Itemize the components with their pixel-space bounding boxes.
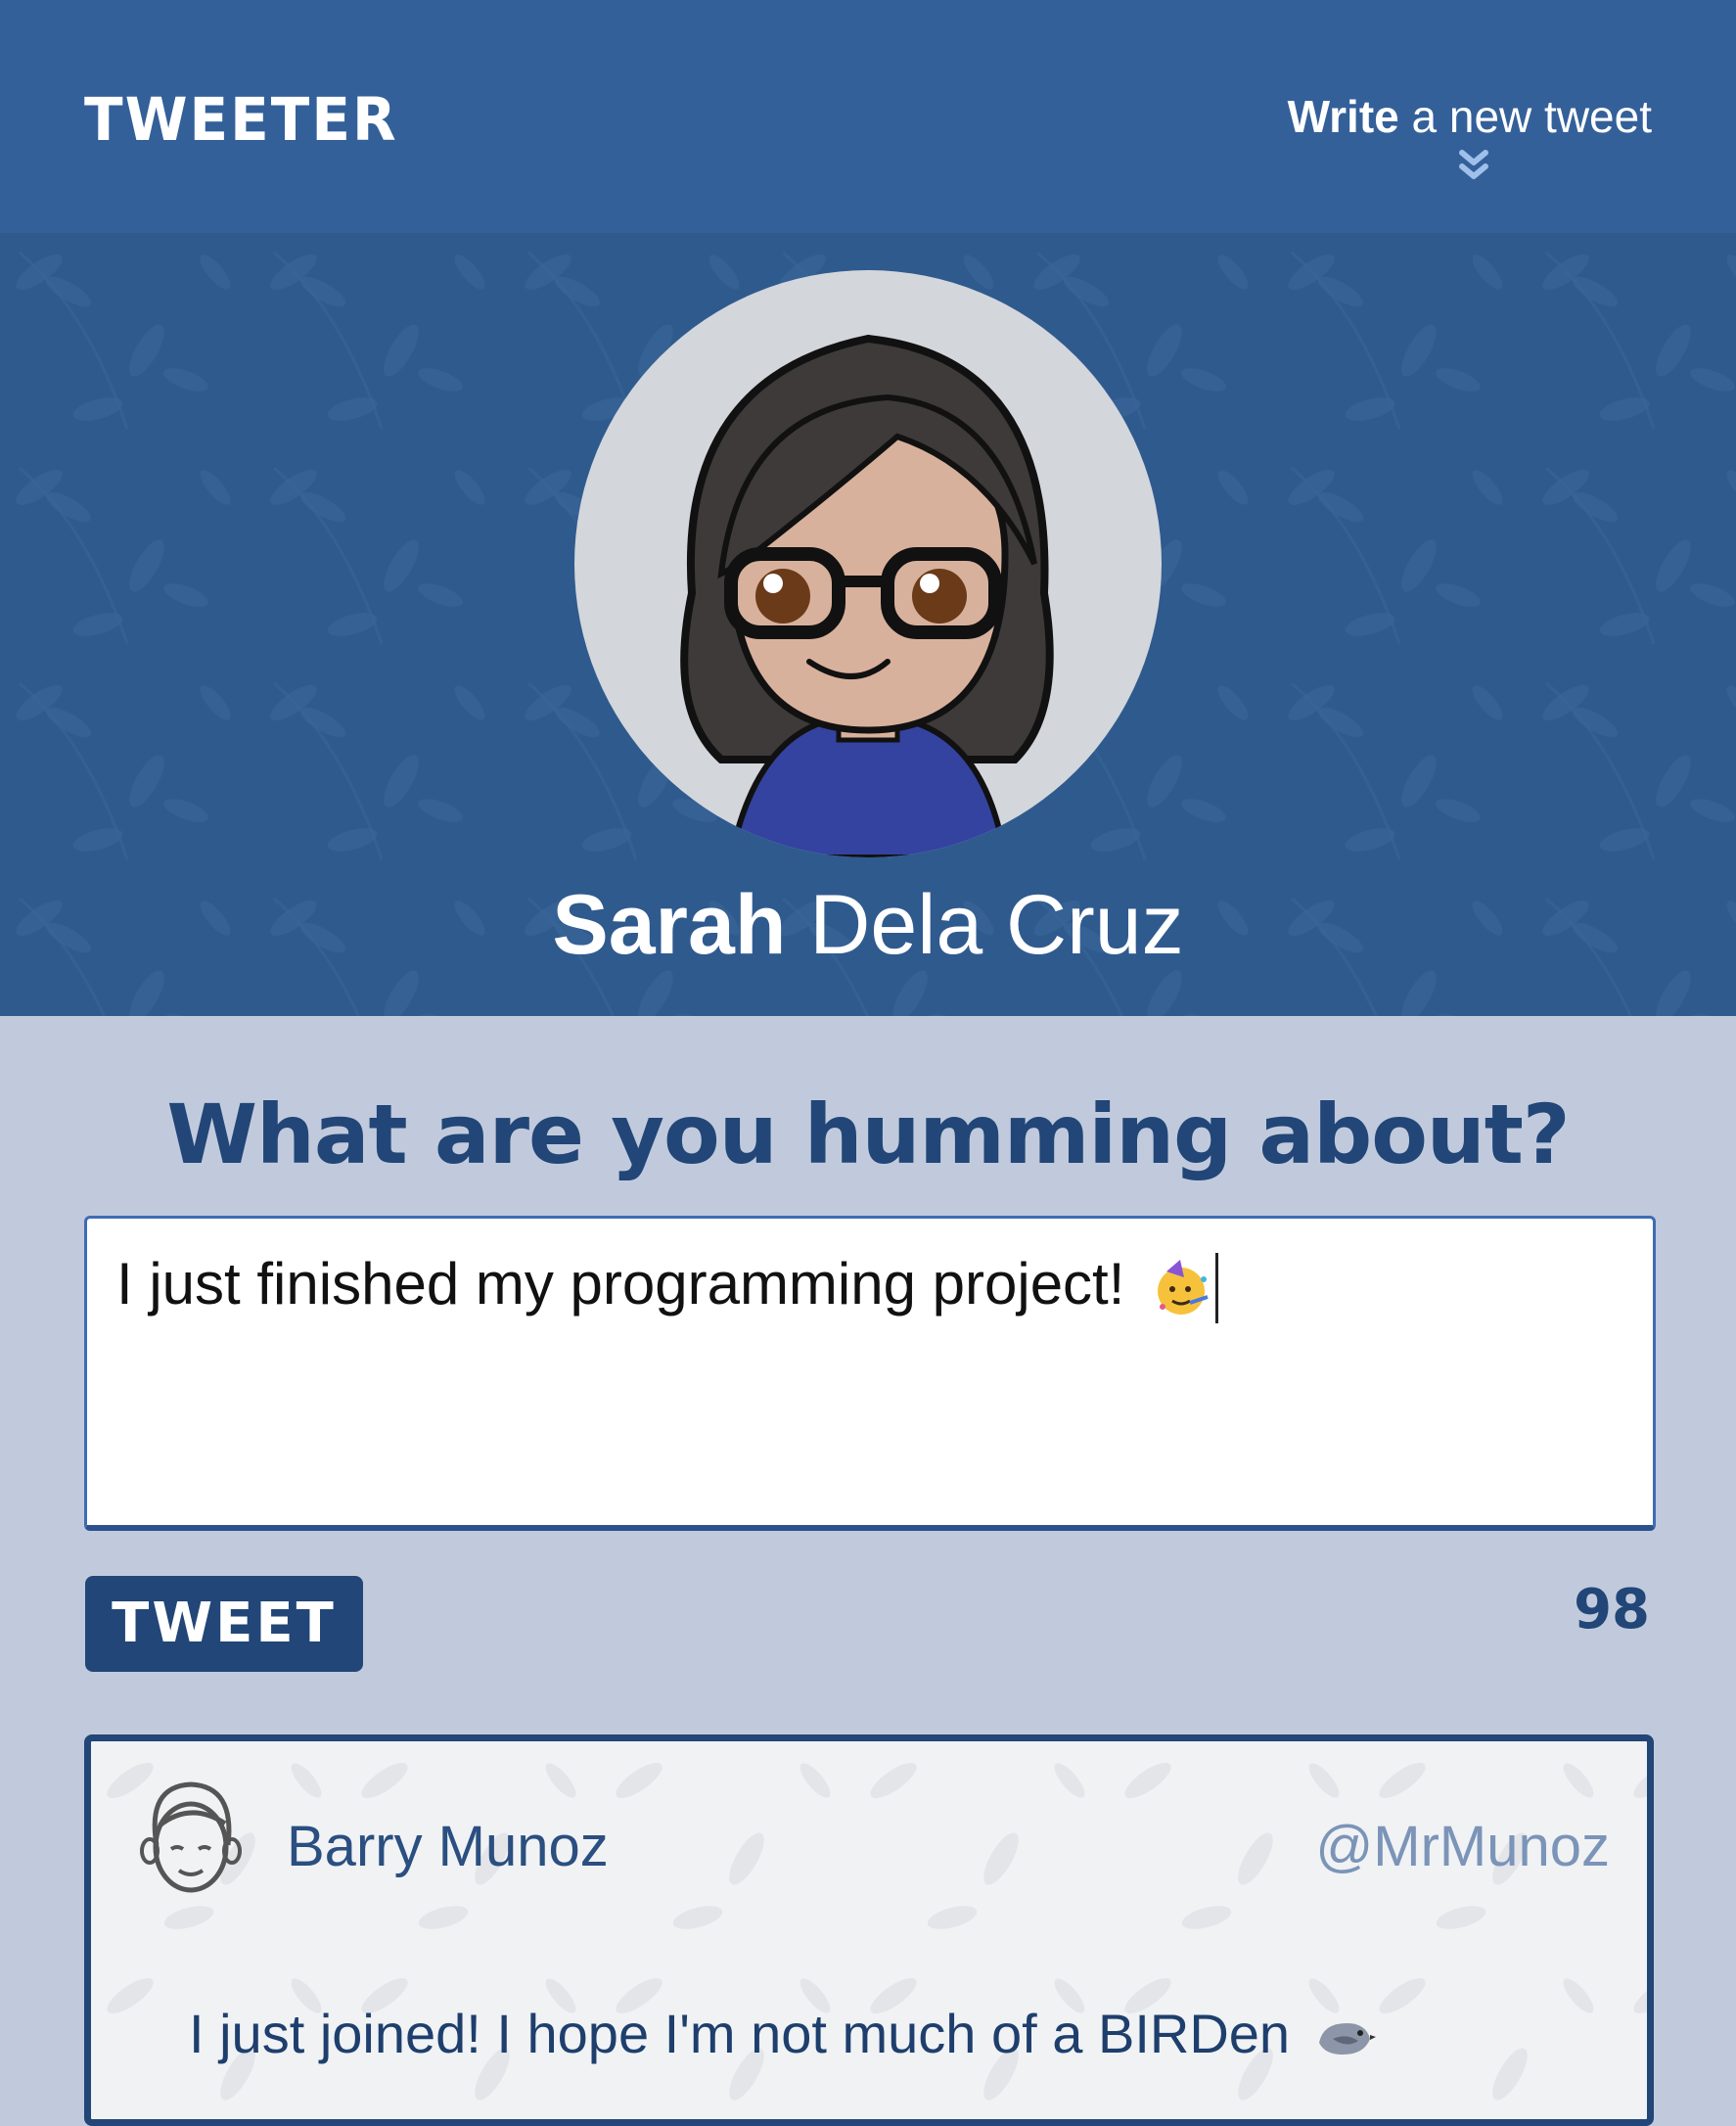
write-link-bold: Write <box>1287 91 1399 142</box>
tweet-author-handle[interactable]: @MrMunoz <box>1315 1814 1610 1879</box>
tweet-textarea[interactable]: I just finished my programming project! <box>84 1216 1656 1531</box>
profile-name: Sarah Dela Cruz <box>0 877 1736 974</box>
tweet-textarea-value[interactable]: I just finished my programming project! <box>116 1250 1219 1324</box>
tweet-card: Barry Munoz @MrMunoz I just joined! I ho… <box>84 1734 1654 2126</box>
top-nav: TWEETER Write a new tweet <box>0 0 1736 233</box>
tweet-body-text: I just joined! I hope I'm not much of a … <box>189 2003 1305 2064</box>
card-leaf-pattern <box>91 1741 1647 2119</box>
write-link-rest: a new tweet <box>1398 91 1653 142</box>
tweet-text-content: I just finished my programming project! <box>116 1251 1142 1317</box>
profile-avatar[interactable] <box>574 270 1162 857</box>
tweet-author-name[interactable]: Barry Munoz <box>287 1814 609 1879</box>
brand-logo[interactable]: TWEETER <box>84 84 398 154</box>
tweet-body: I just joined! I hope I'm not much of a … <box>189 2002 1376 2065</box>
write-new-tweet-link[interactable]: Write a new tweet <box>1288 90 1652 143</box>
compose-heading: What are you humming about? <box>166 1086 1570 1182</box>
character-counter: 98 <box>1574 1578 1650 1641</box>
bird-icon <box>1318 2023 1376 2056</box>
partying-face-icon <box>1158 1260 1209 1316</box>
profile-header: Sarah Dela Cruz <box>0 233 1736 1016</box>
double-chevron-down-icon[interactable] <box>1454 147 1493 186</box>
tweet-button[interactable]: TWEET <box>85 1576 363 1672</box>
text-caret <box>1215 1253 1219 1324</box>
user-avatar-icon[interactable] <box>132 1777 250 1904</box>
profile-first-name: Sarah <box>552 878 787 972</box>
avatar-illustration <box>680 334 1054 857</box>
profile-last-name: Dela Cruz <box>786 878 1184 972</box>
